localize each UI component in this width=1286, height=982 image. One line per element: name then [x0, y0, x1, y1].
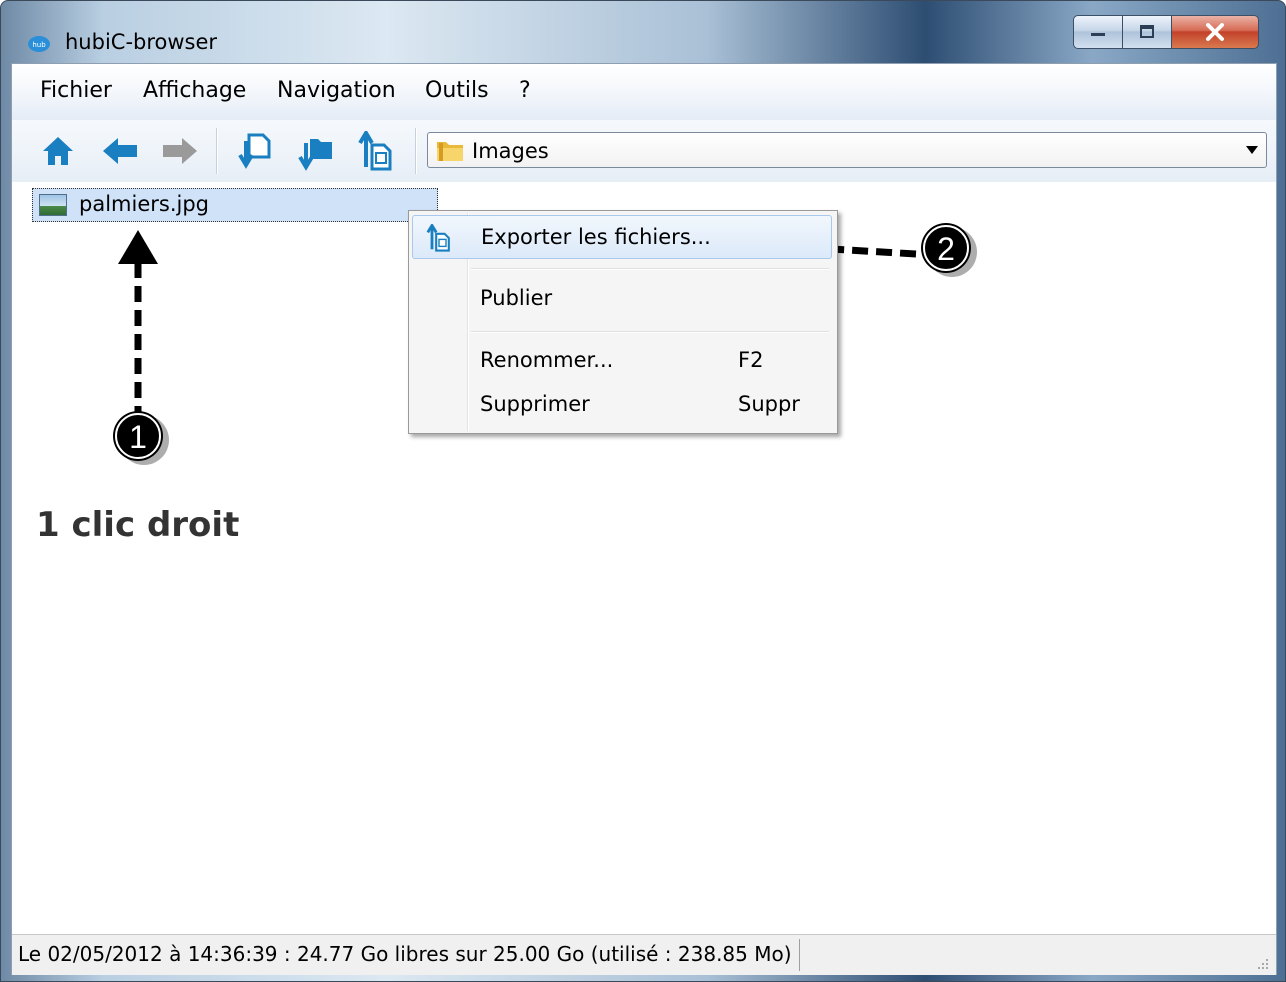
download-folder-icon — [298, 139, 332, 171]
menu-navigation[interactable]: Navigation — [277, 78, 396, 103]
maximize-button[interactable] — [1122, 15, 1172, 49]
context-item-label: Renommer... — [480, 348, 614, 372]
location-value: Images — [472, 139, 549, 163]
context-item-label: Supprimer — [480, 392, 590, 416]
minimize-button[interactable] — [1073, 15, 1123, 49]
toolbar-separator — [415, 128, 417, 174]
chevron-down-icon[interactable] — [1246, 146, 1258, 154]
menu-outils[interactable]: Outils — [425, 78, 489, 103]
location-combobox[interactable]: Images — [427, 132, 1267, 168]
annotation-marker-2: 2 — [921, 223, 977, 277]
annotation-caption: 1 clic droit — [36, 505, 240, 545]
folder-icon — [437, 142, 463, 161]
menu-fichier[interactable]: Fichier — [40, 78, 112, 103]
window-title: hubiC-browser — [65, 30, 218, 54]
svg-text:hub: hub — [32, 41, 46, 49]
annotation-marker-2-label: 2 — [937, 231, 955, 267]
context-item-label: Publier — [480, 286, 553, 310]
client-area: Fichier Affichage Navigation Outils ? Im… — [11, 63, 1277, 975]
context-item-delete[interactable]: Supprimer Suppr — [412, 383, 832, 427]
close-icon — [1206, 23, 1224, 41]
home-button[interactable] — [38, 131, 78, 171]
context-item-shortcut: Suppr — [738, 392, 800, 416]
status-text: Le 02/05/2012 à 14:36:39 : 24.77 Go libr… — [18, 942, 792, 966]
context-item-publish[interactable]: Publier — [412, 277, 832, 321]
export-icon — [426, 224, 450, 252]
forward-arrow-icon — [163, 138, 197, 164]
download-file-icon — [238, 133, 271, 169]
context-item-export[interactable]: Exporter les fichiers... — [412, 215, 832, 259]
menu-bar: Fichier Affichage Navigation Outils ? — [12, 64, 1276, 120]
context-menu-separator — [471, 268, 829, 270]
context-item-rename[interactable]: Renommer... F2 — [412, 339, 832, 383]
annotation-marker-1: 1 — [113, 411, 169, 465]
export-icon — [358, 131, 392, 171]
export-button[interactable] — [356, 131, 396, 171]
menu-affichage[interactable]: Affichage — [143, 78, 246, 103]
download-folder-button[interactable] — [296, 131, 336, 171]
hubic-logo-icon: hub — [28, 36, 50, 52]
close-button[interactable] — [1171, 15, 1259, 49]
menu-help[interactable]: ? — [519, 78, 531, 103]
toolbar: Images — [12, 120, 1276, 183]
resize-grip-icon[interactable] — [1254, 955, 1270, 971]
context-menu: Exporter les fichiers... Publier Renomme… — [408, 210, 838, 434]
maximize-icon — [1140, 25, 1154, 38]
annotation-arrowhead-1 — [118, 230, 158, 264]
back-arrow-icon — [103, 138, 137, 164]
status-bar: Le 02/05/2012 à 14:36:39 : 24.77 Go libr… — [12, 934, 1276, 975]
status-separator — [799, 939, 800, 971]
toolbar-separator — [216, 128, 218, 174]
title-bar[interactable]: hub hubiC-browser — [1, 1, 1285, 63]
forward-button[interactable] — [160, 131, 200, 171]
context-item-label: Exporter les fichiers... — [481, 225, 711, 249]
annotation-marker-1-label: 1 — [129, 419, 147, 455]
minimize-icon — [1091, 33, 1105, 36]
download-file-button[interactable] — [234, 131, 274, 171]
context-menu-separator — [471, 331, 829, 333]
context-item-shortcut: F2 — [738, 348, 764, 372]
back-button[interactable] — [100, 131, 140, 171]
app-window: hub hubiC-browser Fichier Affichage Navi… — [0, 0, 1286, 982]
home-icon — [43, 137, 73, 165]
